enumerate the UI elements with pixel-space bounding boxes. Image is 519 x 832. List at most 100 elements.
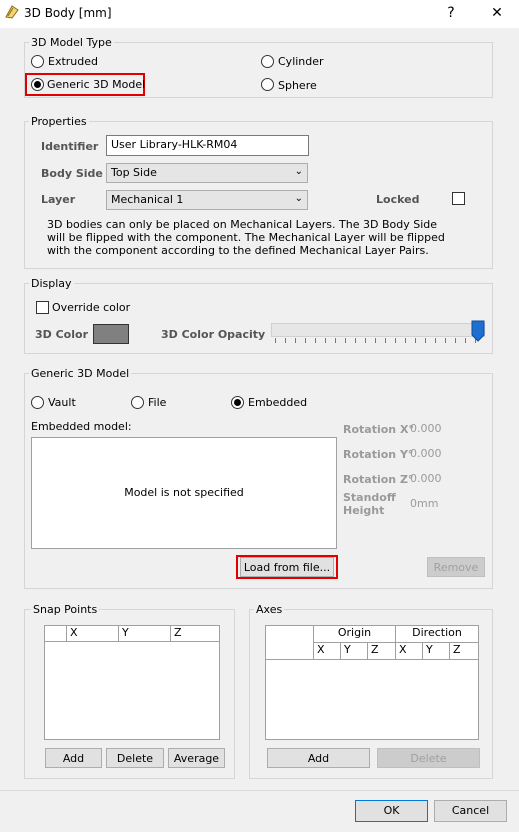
- chevron-down-icon: ⌄: [294, 193, 303, 204]
- standoff-value: 0mm: [410, 497, 439, 510]
- body-side-label: Body Side: [41, 167, 103, 180]
- axes-direction-y: Y: [423, 643, 450, 660]
- title-bar: 3D Body [mm] ? ✕: [0, 0, 519, 28]
- snap-points-label: Snap Points: [31, 603, 100, 616]
- slider-tick: [465, 338, 466, 343]
- sphere-label[interactable]: Sphere: [278, 79, 317, 92]
- opacity-slider-track[interactable]: [271, 323, 485, 337]
- locked-label: Locked: [376, 193, 420, 206]
- identifier-label: Identifier: [41, 140, 99, 153]
- layer-info-text: 3D bodies can only be placed on Mechanic…: [47, 218, 445, 257]
- 3d-body-icon: [5, 5, 19, 19]
- snap-average-button[interactable]: Average: [168, 748, 225, 768]
- remove-button[interactable]: Remove: [427, 557, 485, 577]
- rotation-z-label: Rotation Z°: [343, 473, 414, 486]
- sphere-radio[interactable]: [261, 78, 274, 91]
- embedded-label[interactable]: Embedded: [248, 396, 307, 409]
- slider-tick: [375, 338, 376, 343]
- axes-origin-z: Z: [368, 643, 396, 660]
- slider-tick: [435, 338, 436, 343]
- embedded-model-label: Embedded model:: [31, 420, 132, 433]
- slider-tick: [355, 338, 356, 343]
- axes-direction-header: Direction: [396, 626, 478, 643]
- slider-tick: [315, 338, 316, 343]
- extruded-label[interactable]: Extruded: [48, 55, 98, 68]
- display-label: Display: [29, 277, 74, 290]
- slider-tick: [325, 338, 326, 343]
- cylinder-radio[interactable]: [261, 55, 274, 68]
- snap-add-button[interactable]: Add: [45, 748, 102, 768]
- extruded-radio[interactable]: [31, 55, 44, 68]
- generic-3d-model-label[interactable]: Generic 3D Model: [47, 78, 145, 91]
- slider-tick: [385, 338, 386, 343]
- properties-label: Properties: [29, 115, 89, 128]
- snap-points-table[interactable]: X Y Z: [44, 625, 220, 740]
- snap-col-x: X: [67, 626, 119, 642]
- axes-add-button[interactable]: Add: [267, 748, 370, 768]
- body-side-value: Top Side: [111, 166, 157, 179]
- cancel-button[interactable]: Cancel: [434, 800, 507, 822]
- rotation-x-value: 0.000: [410, 422, 442, 435]
- cylinder-label[interactable]: Cylinder: [278, 55, 324, 68]
- ok-button[interactable]: OK: [355, 800, 428, 822]
- slider-tick: [425, 338, 426, 343]
- layer-select[interactable]: Mechanical 1 ⌄: [106, 190, 308, 210]
- generic-3d-model-radio[interactable]: [31, 78, 44, 91]
- standoff-label-line2: Height: [343, 504, 385, 517]
- opacity-slider-thumb[interactable]: [471, 320, 485, 342]
- axes-origin-x: X: [314, 643, 341, 660]
- slider-tick: [295, 338, 296, 343]
- axes-label: Axes: [254, 603, 285, 616]
- slider-tick: [305, 338, 306, 343]
- slider-tick: [345, 338, 346, 343]
- close-button[interactable]: ✕: [487, 5, 507, 21]
- vault-radio[interactable]: [31, 396, 44, 409]
- help-button[interactable]: ?: [441, 5, 461, 21]
- snap-delete-button[interactable]: Delete: [106, 748, 164, 768]
- override-color-checkbox[interactable]: [36, 301, 49, 314]
- rotation-y-label: Rotation Y°: [343, 448, 414, 461]
- file-label[interactable]: File: [148, 396, 166, 409]
- slider-tick: [285, 338, 286, 343]
- 3d-color-label: 3D Color: [35, 328, 88, 341]
- rotation-z-value: 0.000: [410, 472, 442, 485]
- axes-table[interactable]: Origin Direction X Y Z X Y Z: [265, 625, 479, 740]
- body-side-select[interactable]: Top Side ⌄: [106, 163, 308, 183]
- footer-divider: [0, 790, 519, 791]
- model-placeholder: Model is not specified: [124, 486, 244, 499]
- chevron-down-icon: ⌄: [294, 166, 303, 177]
- axes-direction-x: X: [396, 643, 423, 660]
- opacity-slider-ticks: [275, 338, 483, 346]
- 3d-color-opacity-label: 3D Color Opacity: [161, 328, 266, 341]
- 3d-color-swatch[interactable]: [93, 324, 129, 344]
- override-color-label[interactable]: Override color: [52, 301, 130, 314]
- layer-label: Layer: [41, 193, 76, 206]
- load-button-highlight: [236, 555, 338, 579]
- standoff-label-line1: Standoff: [343, 491, 396, 504]
- slider-tick: [365, 338, 366, 343]
- snap-col-y: Y: [119, 626, 171, 642]
- identifier-input[interactable]: User Library-HLK-RM04: [106, 135, 309, 156]
- window-title: 3D Body [mm]: [24, 6, 112, 20]
- locked-checkbox[interactable]: [452, 192, 465, 205]
- slider-tick: [415, 338, 416, 343]
- model-preview: Model is not specified: [31, 437, 337, 549]
- slider-tick: [455, 338, 456, 343]
- snap-row-header: [45, 626, 67, 642]
- file-radio[interactable]: [131, 396, 144, 409]
- axes-direction-z: Z: [450, 643, 478, 660]
- model-type-label: 3D Model Type: [29, 36, 114, 49]
- generic-model-label: Generic 3D Model: [29, 367, 132, 380]
- axes-origin-header: Origin: [314, 626, 396, 643]
- embedded-radio[interactable]: [231, 396, 244, 409]
- slider-tick: [335, 338, 336, 343]
- axes-origin-y: Y: [341, 643, 368, 660]
- snap-col-z: Z: [171, 626, 219, 642]
- axes-row-header: [266, 626, 314, 660]
- slider-tick: [275, 338, 276, 343]
- slider-tick: [405, 338, 406, 343]
- slider-tick: [395, 338, 396, 343]
- vault-label[interactable]: Vault: [48, 396, 76, 409]
- rotation-x-label: Rotation X°: [343, 423, 414, 436]
- axes-delete-button[interactable]: Delete: [377, 748, 480, 768]
